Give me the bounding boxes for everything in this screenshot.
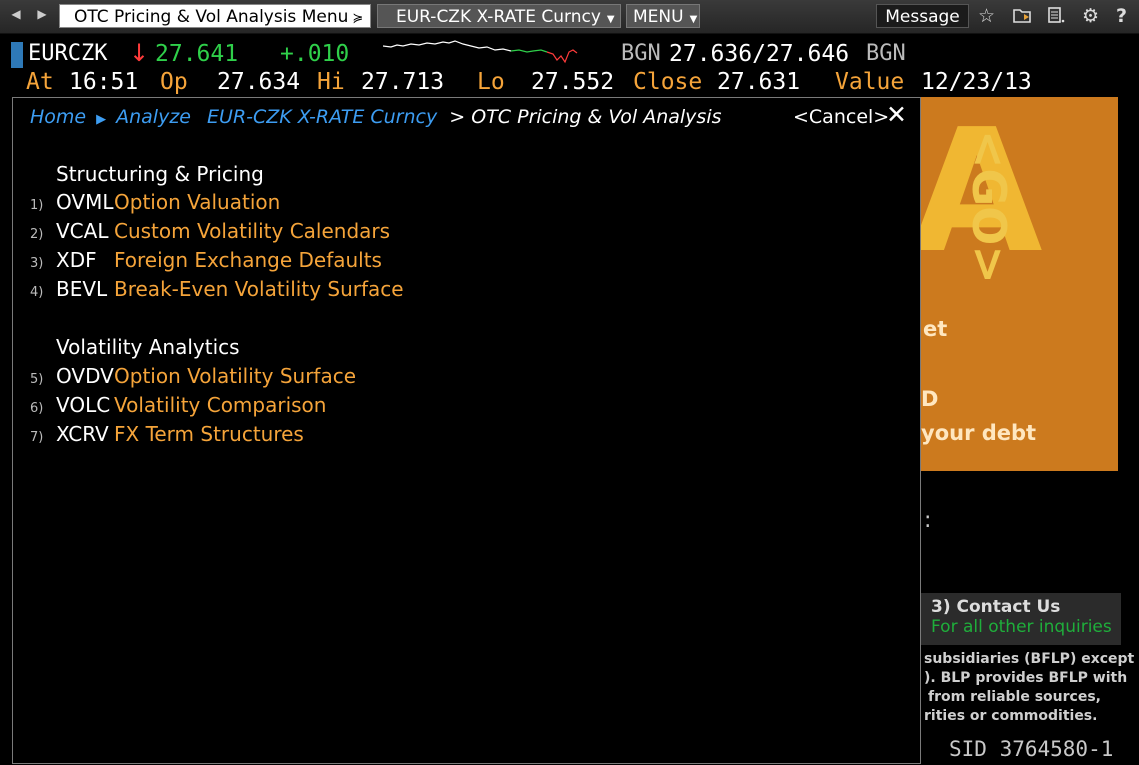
menu-item-number: 7) — [30, 430, 44, 445]
session-id: SID 3764580-1 — [949, 737, 1114, 761]
ad-text-line: your debt — [921, 421, 1037, 445]
menu-item-ovml[interactable]: 1) OVMLOption Valuation — [30, 190, 280, 216]
menu-item-code: BEVL — [56, 277, 108, 301]
menu-item-volc[interactable]: 6) VOLC Volatility Comparison — [30, 393, 326, 419]
close-value: 27.631 — [717, 69, 801, 95]
contact-subtitle: For all other inquiries — [931, 617, 1112, 637]
breadcrumb-analyze[interactable]: Analyze — [116, 106, 191, 128]
legal-text-line: from reliable sources, — [928, 689, 1101, 705]
star-icon[interactable]: ☆ — [978, 5, 995, 27]
ad-text-line: et — [923, 317, 948, 341]
menu-item-xdf[interactable]: 3) XDF Foreign Exchange Defaults — [30, 248, 382, 274]
menu-item-number: 6) — [30, 401, 44, 416]
menu-item-ovdv[interactable]: 5) OVDVOption Volatility Surface — [30, 364, 356, 390]
section-title: Volatility Analytics — [56, 335, 240, 359]
net-change: +.010 — [280, 41, 350, 67]
menu-item-code: XDF — [56, 248, 97, 272]
menu-item-label: Option Valuation — [114, 190, 281, 214]
menu-item-label: Option Volatility Surface — [114, 364, 357, 388]
value-date-label: Value — [835, 69, 905, 95]
security-dropdown[interactable]: EUR-CZK X-RATE Curncy ▼ — [377, 4, 621, 28]
breadcrumb-separator: > — [449, 106, 466, 128]
low-value: 27.552 — [531, 69, 615, 95]
double-chevron-down-icon: ≽ — [352, 11, 364, 26]
down-arrow-icon: ↓ — [129, 39, 150, 67]
close-icon[interactable]: ✕ — [886, 102, 907, 128]
menu-item-code: XCRV — [56, 422, 109, 446]
legal-text-line: rities or commodities. — [924, 708, 1098, 724]
high-label: Hi — [317, 69, 345, 95]
low-label: Lo — [477, 69, 505, 95]
ad-go-text: <GO> — [962, 130, 1016, 284]
gear-icon[interactable]: ⚙ — [1082, 5, 1099, 27]
breadcrumb-home[interactable]: Home — [30, 106, 86, 128]
legal-text-line: subsidiaries (BFLP) except — [924, 651, 1135, 667]
menu-item-number: 5) — [30, 372, 44, 387]
top-toolbar: ◀ ▶ OTC Pricing & Vol Analysis Menu ≽ EUR… — [0, 0, 1139, 34]
at-label: At — [26, 69, 54, 95]
value-date: 12/23/13 — [921, 69, 1032, 95]
help-icon[interactable]: ? — [1116, 5, 1127, 27]
menu-item-code: OVDV — [56, 364, 114, 388]
contact-title: 3) Contact Us — [931, 597, 1061, 617]
menu-title-label: OTC Pricing & Vol Analysis Menu — [74, 7, 349, 27]
intraday-sparkline — [383, 40, 578, 64]
menu-item-number: 4) — [30, 285, 44, 300]
menu-item-label: Custom Volatility Calendars — [114, 219, 391, 243]
last-price: 27.641 — [155, 41, 239, 67]
ask-price: 27.646 — [765, 41, 850, 67]
breadcrumb-security[interactable]: EUR-CZK X-RATE Curncy — [207, 106, 437, 128]
menu-item-label: Volatility Comparison — [114, 393, 327, 417]
folder-icon[interactable] — [1012, 5, 1034, 30]
caret-down-icon: ▼ — [606, 14, 615, 25]
security-label: EUR-CZK X-RATE Curncy — [396, 7, 601, 27]
breadcrumb-current: OTC Pricing & Vol Analysis — [471, 106, 722, 128]
contact-us-box[interactable]: 3) Contact Us For all other inquiries — [921, 593, 1121, 645]
caret-down-icon: ▼ — [689, 14, 698, 25]
menu-panel: Home ▶ Analyze EUR-CZK X-RATE Curncy > OTC… — [12, 97, 921, 764]
section-title: Structuring & Pricing — [56, 162, 264, 186]
menu-item-code: OVML — [56, 190, 114, 214]
menu-label: MENU — [633, 7, 684, 27]
menu-item-xcrv[interactable]: 7) XCRV FX Term Structures — [30, 422, 304, 448]
bid-ask: 27.636/27.646 — [669, 41, 850, 67]
ticker-symbol: EURCZK — [28, 41, 108, 66]
menu-item-number: 3) — [30, 256, 44, 271]
side-text: : — [924, 508, 932, 533]
open-value: 27.634 — [217, 69, 301, 95]
menu-item-code: VCAL — [56, 219, 109, 243]
menu-item-label: FX Term Structures — [114, 422, 304, 446]
menu-title-dropdown[interactable]: OTC Pricing & Vol Analysis Menu ≽ — [59, 4, 371, 28]
high-value: 27.713 — [361, 69, 445, 95]
ticker-bar: EURCZK ↓ 27.641 +.010 BGN 27.636/27.646 … — [0, 38, 1139, 98]
advertisement-banner[interactable]: A — [921, 97, 1118, 471]
open-label: Op — [160, 69, 188, 95]
bid-source-label: BGN — [621, 41, 661, 66]
back-arrow-icon[interactable]: ◀ — [8, 7, 24, 21]
menu-button[interactable]: MENU ▼ — [626, 4, 700, 28]
cancel-button[interactable]: <Cancel> — [793, 106, 889, 128]
bid-price: 27.636 — [669, 41, 753, 67]
breadcrumb: Home ▶ Analyze EUR-CZK X-RATE Curncy > OTC… — [30, 106, 722, 128]
menu-item-code: VOLC — [56, 393, 111, 417]
close-label: Close — [633, 69, 703, 95]
document-icon[interactable] — [1046, 5, 1066, 30]
menu-item-label: Foreign Exchange Defaults — [114, 248, 382, 272]
at-value: 16:51 — [69, 69, 139, 95]
menu-item-number: 2) — [30, 227, 44, 242]
message-button[interactable]: Message — [876, 4, 969, 28]
legal-text-line: ). BLP provides BFLP with — [924, 670, 1128, 686]
ticker-marker — [11, 42, 23, 68]
breadcrumb-arrow-icon: ▶ — [96, 112, 107, 127]
menu-item-bevl[interactable]: 4) BEVL Break-Even Volatility Surface — [30, 277, 404, 303]
menu-item-vcal[interactable]: 2) VCAL Custom Volatility Calendars — [30, 219, 390, 245]
ask-source-label: BGN — [866, 41, 906, 66]
menu-item-number: 1) — [30, 198, 44, 213]
forward-arrow-icon[interactable]: ▶ — [34, 7, 50, 21]
message-label: Message — [885, 7, 960, 27]
ad-text-line: D — [921, 387, 939, 411]
menu-item-label: Break-Even Volatility Surface — [114, 277, 404, 301]
